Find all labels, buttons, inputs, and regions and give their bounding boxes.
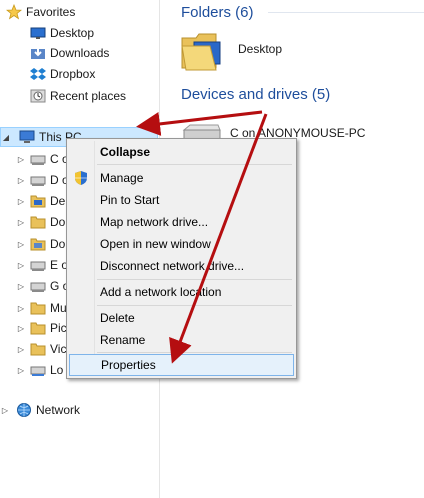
menu-separator <box>97 164 292 165</box>
favorites-header[interactable]: Favorites <box>5 2 76 22</box>
network-label: Network <box>36 403 81 417</box>
this-pc-child-item[interactable]: ▷ Lo <box>16 360 63 380</box>
menu-item-map-network-drive[interactable]: Map network drive... <box>69 211 294 233</box>
expand-icon[interactable]: ▷ <box>16 255 26 275</box>
menu-item-delete[interactable]: Delete <box>69 307 294 329</box>
expand-icon[interactable]: ▷ <box>16 149 26 169</box>
folders-group-header[interactable]: Folders (6) <box>181 0 254 24</box>
expand-icon[interactable]: ▷ <box>16 298 26 318</box>
this-pc-child-item[interactable]: ▷ E o <box>16 255 68 275</box>
expand-icon[interactable]: ▷ <box>16 191 26 211</box>
favorites-item-desktop[interactable]: Desktop <box>30 23 94 43</box>
group-divider <box>268 12 424 13</box>
network-icon <box>16 402 32 418</box>
menu-item-rename[interactable]: Rename <box>69 329 294 351</box>
expand-icon[interactable]: ▷ <box>16 170 26 190</box>
drive-icon <box>30 278 46 294</box>
this-pc-child-item[interactable]: ▷ D o <box>16 170 69 190</box>
favorites-item-downloads[interactable]: Downloads <box>30 43 109 63</box>
this-pc-child-item[interactable]: ▷ Vic <box>16 339 67 359</box>
favorites-item-dropbox[interactable]: Dropbox <box>30 64 95 84</box>
menu-separator <box>97 305 292 306</box>
expand-icon[interactable]: ▷ <box>16 360 26 380</box>
menu-item-disconnect-network-drive[interactable]: Disconnect network drive... <box>69 255 294 277</box>
local-disk-icon <box>30 362 46 378</box>
expand-icon[interactable]: ▷ <box>16 234 26 254</box>
expand-icon[interactable]: ▷ <box>16 339 26 359</box>
computer-icon <box>19 129 35 145</box>
music-folder-icon <box>30 300 46 316</box>
this-pc-child-item[interactable]: ▷ Do <box>16 212 65 232</box>
this-pc-child-item[interactable]: ▷ Mu <box>16 298 67 318</box>
this-pc-child-label: Vic <box>50 342 67 356</box>
this-pc-child-label: Mu <box>50 301 67 315</box>
this-pc-child-item[interactable]: ▷ Do <box>16 234 65 254</box>
drive-icon <box>30 151 46 167</box>
menu-item-add-network-location[interactable]: Add a network location <box>69 281 294 303</box>
this-pc-child-item[interactable]: ▷ Pic <box>16 318 67 338</box>
this-pc-child-item[interactable]: ▷ C o <box>16 149 69 169</box>
expand-icon[interactable]: ▷ <box>16 318 26 338</box>
network-node[interactable]: ▷ Network <box>0 400 80 420</box>
downloads-folder-icon <box>30 236 46 252</box>
desktop-folder-icon <box>30 193 46 209</box>
this-pc-child-item[interactable]: ▷ G o <box>16 276 69 296</box>
this-pc-child-label: De <box>50 194 66 208</box>
devices-group-header[interactable]: Devices and drives (5) <box>181 82 330 106</box>
star-icon <box>5 3 23 20</box>
documents-folder-icon <box>30 214 46 230</box>
this-pc-child-item[interactable]: ▷ De <box>16 191 65 211</box>
favorites-item-recent-places[interactable]: Recent places <box>30 86 126 106</box>
this-pc-child-label: Pic <box>50 321 67 335</box>
downloads-icon <box>30 45 46 61</box>
folder-item-label: Desktop <box>238 42 283 56</box>
expand-icon[interactable]: ▷ <box>16 276 26 296</box>
recent-places-icon <box>30 88 46 104</box>
this-pc-child-label: Do <box>50 237 66 251</box>
context-menu: Collapse Manage Pin to Start Map network… <box>66 138 297 379</box>
videos-folder-icon <box>30 341 46 357</box>
menu-separator <box>97 279 292 280</box>
menu-item-properties[interactable]: Properties <box>69 354 294 376</box>
this-pc-child-label: Do <box>50 215 66 229</box>
menu-item-open-in-new-window[interactable]: Open in new window <box>69 233 294 255</box>
folder-item-desktop[interactable]: Desktop <box>176 24 306 76</box>
expand-icon[interactable]: ▷ <box>16 212 26 232</box>
expand-icon[interactable]: ▷ <box>0 400 10 420</box>
this-pc-child-label: Lo <box>50 363 64 377</box>
drive-icon <box>30 172 46 188</box>
drive-icon <box>30 257 46 273</box>
favorites-label: Favorites <box>26 5 76 19</box>
menu-item-manage[interactable]: Manage <box>69 167 294 189</box>
desktop-icon <box>30 25 46 41</box>
menu-item-collapse[interactable]: Collapse <box>69 141 294 163</box>
pictures-folder-icon <box>30 320 46 336</box>
menu-item-pin-to-start[interactable]: Pin to Start <box>69 189 294 211</box>
expand-collapse-icon[interactable]: ◢ <box>1 128 11 146</box>
menu-separator <box>97 352 292 353</box>
dropbox-icon <box>30 66 46 82</box>
folder-icon <box>180 28 224 74</box>
shield-icon <box>73 170 89 186</box>
